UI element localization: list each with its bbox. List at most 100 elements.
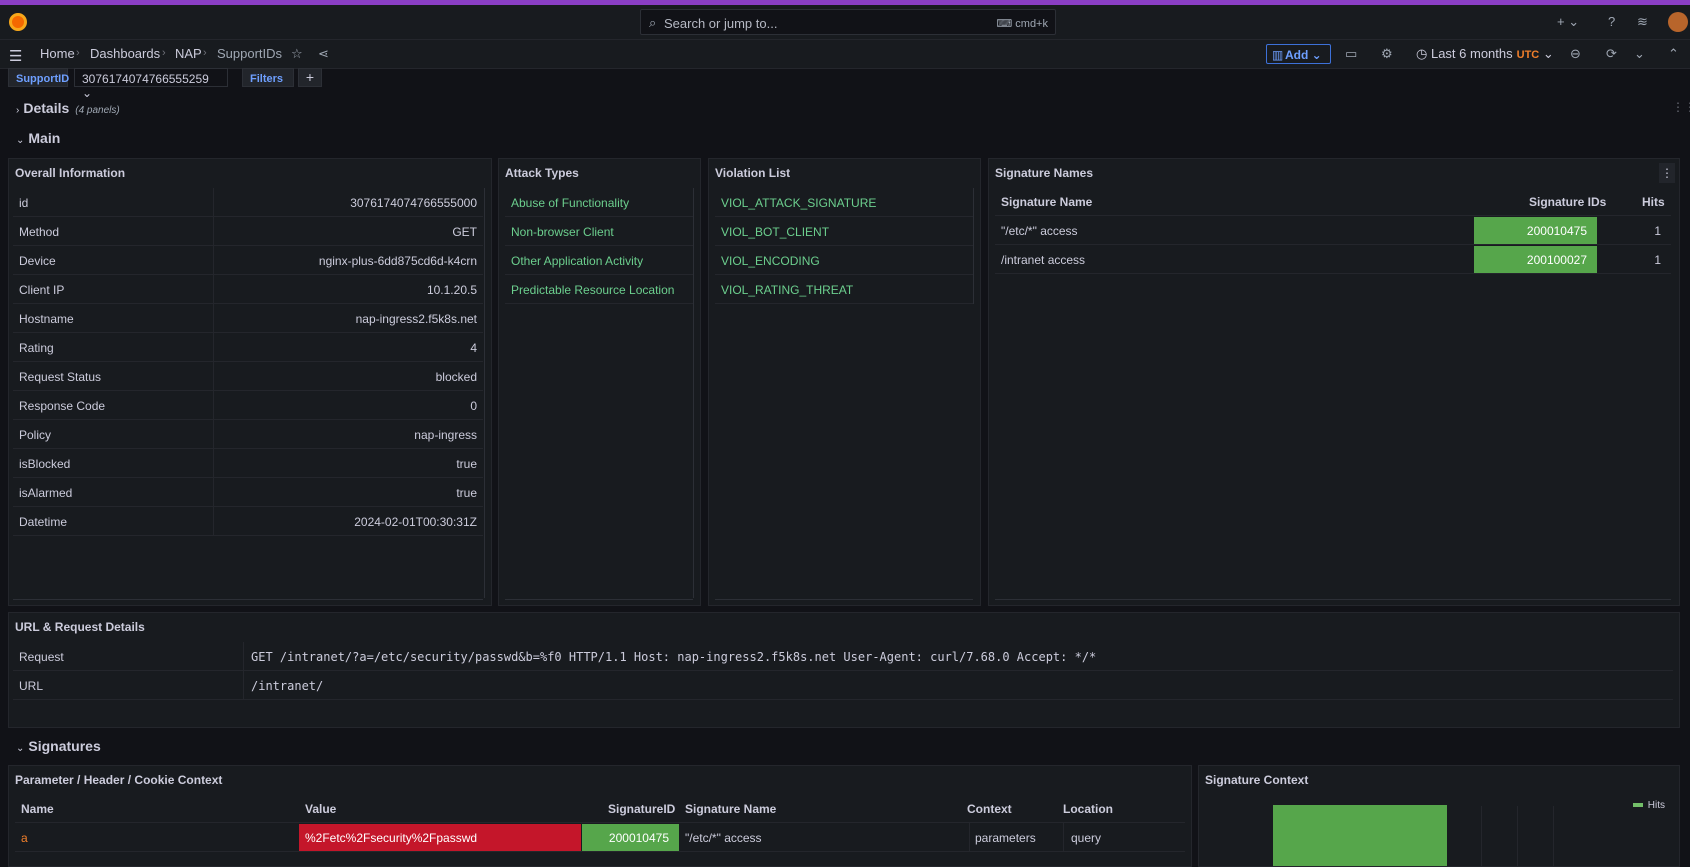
help-icon[interactable]: ? <box>1608 14 1615 29</box>
filters-label: Filters <box>242 68 294 87</box>
table-row: Response Code 0 <box>13 391 483 420</box>
attack-type-link[interactable]: Non-browser Client <box>505 217 693 246</box>
signature-name-cell: /intranet access <box>1001 253 1086 267</box>
table-row: Rating 4 <box>13 333 483 362</box>
add-button[interactable]: ▥ Add ⌄ <box>1266 44 1331 64</box>
row-key: Device <box>19 254 56 268</box>
breadcrumb-nap[interactable]: NAP <box>175 46 202 61</box>
scrollbar[interactable] <box>973 188 974 304</box>
chart-bar[interactable] <box>1273 805 1447 866</box>
table-row: id 3076174074766555000 <box>13 188 483 217</box>
news-icon[interactable]: ≋ <box>1637 14 1648 30</box>
keyboard-shortcut: ⌨ cmd+k <box>996 18 1048 30</box>
row-details-title: Details <box>23 100 70 116</box>
time-picker[interactable]: ◷ Last 6 months UTC ⌄ <box>1416 46 1554 62</box>
share-icon[interactable]: ⋖ <box>318 46 329 62</box>
violation-link[interactable]: VIOL_ENCODING <box>715 246 973 275</box>
column-divider <box>213 420 214 449</box>
panel-menu-icon[interactable]: ⋮ <box>1659 163 1675 183</box>
scrollbar[interactable] <box>693 188 694 598</box>
column-header-signature-name[interactable]: Signature Name <box>685 802 776 816</box>
column-divider <box>213 188 214 217</box>
row-key: id <box>19 196 29 210</box>
violation-link[interactable]: VIOL_ATTACK_SIGNATURE <box>715 188 973 217</box>
row-value: 3076174074766555000 <box>350 196 477 210</box>
row-value: nginx-plus-6dd875cd6d-k4crn <box>318 254 477 268</box>
chart-legend[interactable]: Hits <box>1632 800 1665 811</box>
chevron-down-icon[interactable]: ⌄ <box>1634 46 1645 62</box>
column-header-value[interactable]: Value <box>305 802 336 816</box>
row-key: Request Status <box>19 370 102 384</box>
attack-type-link[interactable]: Abuse of Functionality <box>505 188 693 217</box>
supportid-value: 3076174074766555259 <box>82 72 209 86</box>
column-header-name[interactable]: Name <box>21 802 54 816</box>
scrollbar[interactable] <box>484 188 485 598</box>
violation-link[interactable]: VIOL_RATING_THREAT <box>715 275 973 304</box>
breadcrumb-home[interactable]: Home <box>40 46 75 61</box>
table-row: Request GET /intranet/?a=/etc/security/pa… <box>13 642 1673 671</box>
attack-type-link[interactable]: Other Application Activity <box>505 246 693 275</box>
column-header-signature-name[interactable]: Signature Name <box>1001 195 1092 209</box>
row-details[interactable]: › Details (4 panels) <box>16 100 120 116</box>
row-key: Request <box>19 650 64 664</box>
dashboard-nav-bar: ☰ Home › Dashboards › NAP › SupportIDs ☆… <box>0 40 1690 69</box>
avatar[interactable] <box>1668 12 1688 32</box>
row-value: /intranet/ <box>251 679 324 693</box>
table-row: URL/intranet/ <box>13 671 1673 700</box>
column-header-context[interactable]: Context <box>967 802 1012 816</box>
signature-names-panel: Signature Names ⋮ Signature Name Signatu… <box>988 158 1680 606</box>
breadcrumb-dashboards[interactable]: Dashboards <box>90 46 160 61</box>
attack-type-link[interactable]: Predictable Resource Location <box>505 275 693 304</box>
row-main[interactable]: ⌄ Main <box>16 130 60 146</box>
table-row: Hostname nap-ingress2.f5k8s.net <box>13 304 483 333</box>
table-row: Request Status blocked <box>13 362 483 391</box>
scrollbar-horizontal[interactable] <box>505 599 693 600</box>
chevron-right-icon: › <box>203 47 207 59</box>
drag-handle-icon[interactable]: ⋮⋮ <box>1672 100 1690 114</box>
row-value: true <box>456 486 477 500</box>
menu-icon[interactable]: ☰ <box>9 47 22 65</box>
column-divider <box>213 246 214 275</box>
top-bar: ⌕ Search or jump to... ⌨ cmd+k + ⌄ ? ≋ <box>0 5 1690 40</box>
column-header-signature-ids[interactable]: Signature IDs <box>1529 195 1606 209</box>
timezone-label: UTC <box>1516 49 1540 61</box>
signature-id-cell[interactable]: 200100027 <box>1474 246 1597 273</box>
column-header-signature-id[interactable]: SignatureID <box>608 802 675 816</box>
table-row: isAlarmed true <box>13 478 483 507</box>
row-key: Client IP <box>19 283 65 297</box>
chevron-up-icon[interactable]: ⌃ <box>1668 46 1679 62</box>
panel-title: URL & Request Details <box>15 620 145 634</box>
param-value-cell[interactable]: %2Fetc%2Fsecurity%2Fpasswd <box>299 824 581 851</box>
grid-line <box>1517 806 1518 866</box>
row-signatures[interactable]: ⌄ Signatures <box>16 738 101 754</box>
column-header-hits[interactable]: Hits <box>1642 195 1665 209</box>
violation-link[interactable]: VIOL_BOT_CLIENT <box>715 217 973 246</box>
param-name-cell: a <box>21 831 28 845</box>
row-value: 10.1.20.5 <box>426 283 477 297</box>
signature-id-cell[interactable]: 200010475 <box>1474 217 1597 244</box>
gear-icon[interactable]: ⚙ <box>1381 46 1393 62</box>
add-filter-button[interactable]: + <box>298 68 322 87</box>
search-input[interactable]: ⌕ Search or jump to... ⌨ cmd+k <box>640 9 1056 35</box>
refresh-icon[interactable]: ⟳ <box>1606 46 1617 62</box>
column-divider <box>213 275 214 304</box>
grafana-logo-icon[interactable] <box>9 13 27 31</box>
chevron-down-icon: ⌄ <box>16 135 25 146</box>
url-request-details-panel: URL & Request Details Request GET /intran… <box>8 612 1680 728</box>
signature-id-cell[interactable]: 200010475 <box>582 824 679 851</box>
column-header-location[interactable]: Location <box>1063 802 1113 816</box>
table-row: Client IP 10.1.20.5 <box>13 275 483 304</box>
location-cell: query <box>1071 831 1102 845</box>
plus-icon[interactable]: + ⌄ <box>1557 14 1579 30</box>
parameter-context-panel: Parameter / Header / Cookie Context Name… <box>8 765 1192 867</box>
scrollbar-horizontal[interactable] <box>13 599 483 600</box>
add-button-label: Add <box>1285 48 1309 62</box>
zoom-out-icon[interactable]: ⊖ <box>1570 46 1581 62</box>
scrollbar-horizontal[interactable] <box>995 599 1671 600</box>
supportid-variable-select[interactable]: 3076174074766555259 ⌄ <box>74 68 228 100</box>
violation-list-panel: Violation List VIOL_ATTACK_SIGNATURE VIOL… <box>708 158 981 606</box>
row-value: 4 <box>470 341 477 355</box>
scrollbar-horizontal[interactable] <box>715 599 973 600</box>
save-icon[interactable]: ▭ <box>1345 46 1357 62</box>
star-icon[interactable]: ☆ <box>291 46 303 62</box>
